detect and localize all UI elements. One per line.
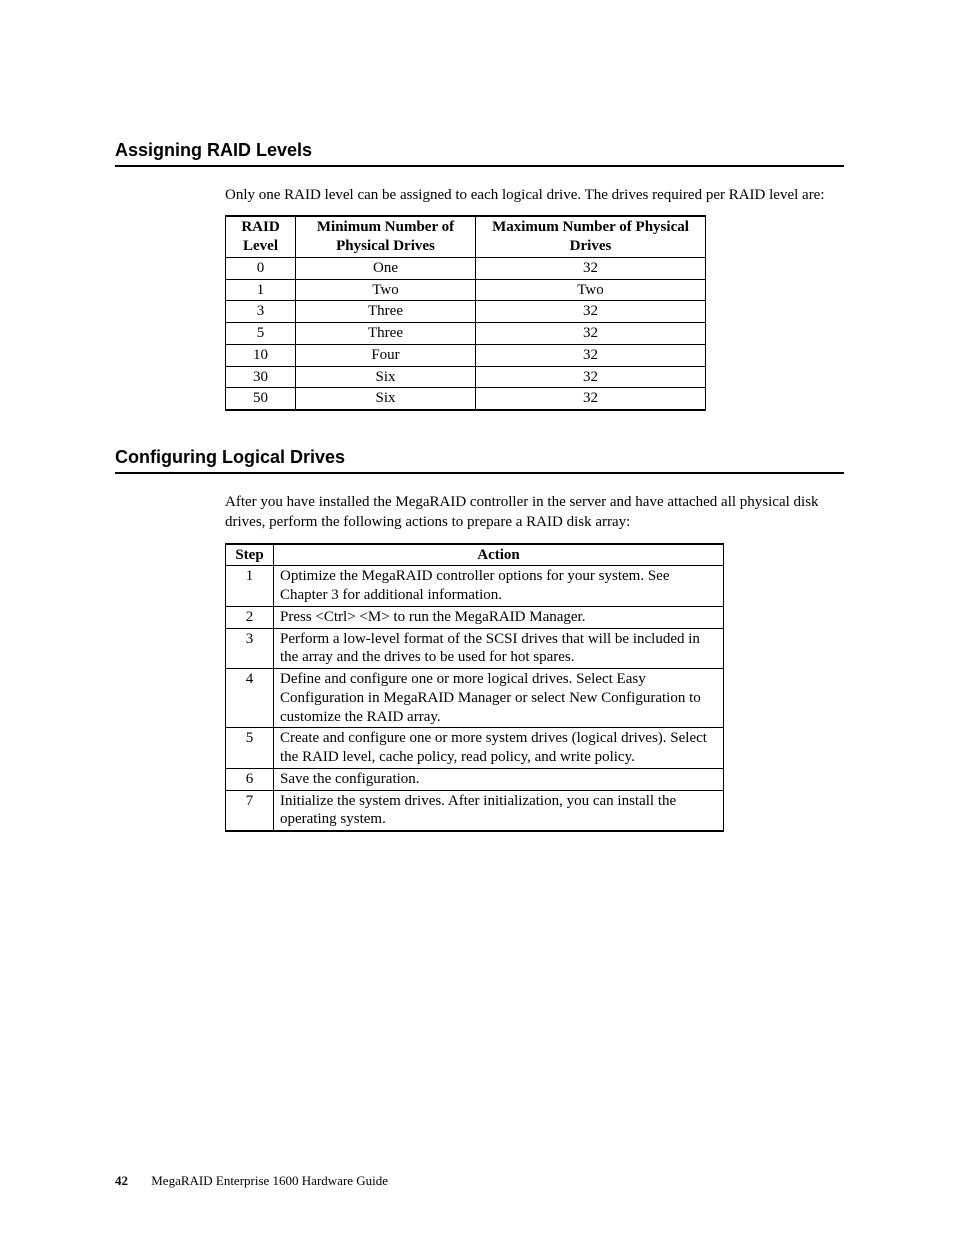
raid-levels-table-wrap: RAID Level Minimum Number of Physical Dr…	[225, 215, 844, 411]
cell-step-action: Optimize the MegaRAID controller options…	[274, 566, 724, 607]
cell-level: 30	[226, 366, 296, 388]
cell-level: 10	[226, 344, 296, 366]
cell-step-action: Define and configure one or more logical…	[274, 669, 724, 728]
col-header-step: Step	[226, 544, 274, 566]
raid-levels-table: RAID Level Minimum Number of Physical Dr…	[225, 215, 706, 411]
cell-max: 32	[476, 257, 706, 279]
cell-step-number: 6	[226, 768, 274, 790]
page-footer: 42 MegaRAID Enterprise 1600 Hardware Gui…	[115, 1173, 388, 1189]
table-row: 7Initialize the system drives. After ini…	[226, 790, 724, 831]
cell-min: Three	[296, 301, 476, 323]
col-header-min-drives: Minimum Number of Physical Drives	[296, 216, 476, 257]
table-row: 4Define and configure one or more logica…	[226, 669, 724, 728]
cell-level: 50	[226, 388, 296, 410]
cell-min: Six	[296, 366, 476, 388]
table-row: 0One32	[226, 257, 706, 279]
footer-title: MegaRAID Enterprise 1600 Hardware Guide	[151, 1173, 388, 1188]
page-number: 42	[115, 1173, 128, 1188]
cell-max: 32	[476, 366, 706, 388]
table-row: 6Save the configuration.	[226, 768, 724, 790]
table-header-row: Step Action	[226, 544, 724, 566]
cell-step-action: Initialize the system drives. After init…	[274, 790, 724, 831]
table-row: 5Create and configure one or more system…	[226, 728, 724, 769]
intro-configuring-logical-drives: After you have installed the MegaRAID co…	[225, 492, 844, 533]
cell-max: Two	[476, 279, 706, 301]
steps-table-wrap: Step Action 1Optimize the MegaRAID contr…	[225, 543, 844, 833]
cell-step-number: 2	[226, 606, 274, 628]
cell-level: 1	[226, 279, 296, 301]
cell-min: Six	[296, 388, 476, 410]
col-header-raid-level: RAID Level	[226, 216, 296, 257]
cell-max: 32	[476, 344, 706, 366]
cell-step-number: 4	[226, 669, 274, 728]
cell-min: Three	[296, 323, 476, 345]
cell-min: Two	[296, 279, 476, 301]
cell-level: 5	[226, 323, 296, 345]
steps-table: Step Action 1Optimize the MegaRAID contr…	[225, 543, 724, 833]
table-row: 3Perform a low-level format of the SCSI …	[226, 628, 724, 669]
cell-step-number: 7	[226, 790, 274, 831]
table-row: 1TwoTwo	[226, 279, 706, 301]
cell-level: 3	[226, 301, 296, 323]
col-header-action: Action	[274, 544, 724, 566]
heading-assigning-raid-levels: Assigning RAID Levels	[115, 140, 844, 167]
cell-max: 32	[476, 388, 706, 410]
cell-max: 32	[476, 323, 706, 345]
cell-step-action: Press <Ctrl> <M> to run the MegaRAID Man…	[274, 606, 724, 628]
table-row: 10Four32	[226, 344, 706, 366]
table-row: 5Three32	[226, 323, 706, 345]
cell-level: 0	[226, 257, 296, 279]
table-row: 30Six32	[226, 366, 706, 388]
cell-max: 32	[476, 301, 706, 323]
cell-min: Four	[296, 344, 476, 366]
table-row: 2Press <Ctrl> <M> to run the MegaRAID Ma…	[226, 606, 724, 628]
intro-assigning-raid-levels: Only one RAID level can be assigned to e…	[225, 185, 844, 205]
cell-step-action: Perform a low-level format of the SCSI d…	[274, 628, 724, 669]
cell-step-action: Create and configure one or more system …	[274, 728, 724, 769]
table-row: 3Three32	[226, 301, 706, 323]
table-row: 50Six32	[226, 388, 706, 410]
col-header-max-drives: Maximum Number of Physical Drives	[476, 216, 706, 257]
cell-step-number: 3	[226, 628, 274, 669]
heading-configuring-logical-drives: Configuring Logical Drives	[115, 447, 844, 474]
cell-step-number: 1	[226, 566, 274, 607]
cell-step-action: Save the configuration.	[274, 768, 724, 790]
table-row: 1Optimize the MegaRAID controller option…	[226, 566, 724, 607]
cell-step-number: 5	[226, 728, 274, 769]
cell-min: One	[296, 257, 476, 279]
table-header-row: RAID Level Minimum Number of Physical Dr…	[226, 216, 706, 257]
